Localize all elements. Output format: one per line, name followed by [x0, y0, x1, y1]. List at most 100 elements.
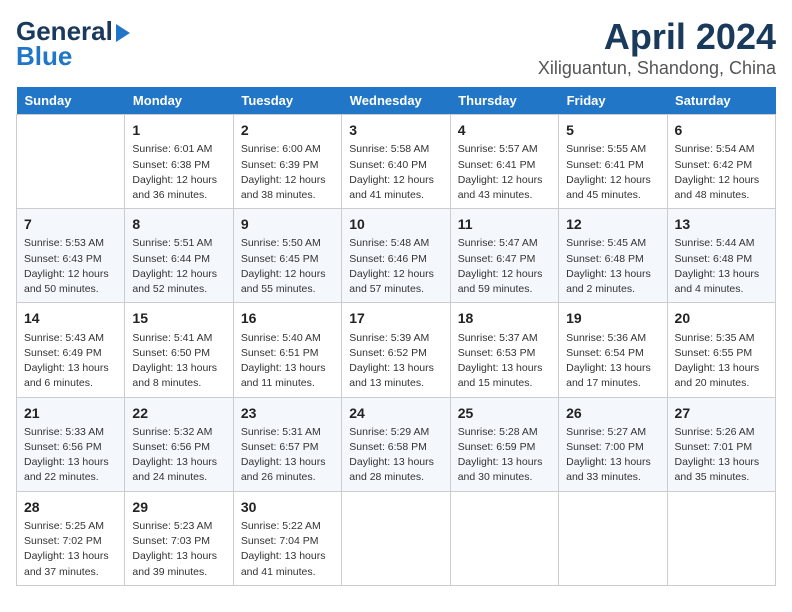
title-area: April 2024 Xiliguantun, Shandong, China: [538, 16, 776, 79]
cell-text: Sunset: 6:44 PM: [132, 252, 225, 267]
calendar-cell: 23Sunrise: 5:31 AMSunset: 6:57 PMDayligh…: [233, 397, 341, 491]
day-number: 3: [349, 120, 442, 140]
cell-text: Sunset: 7:02 PM: [24, 534, 117, 549]
cell-text: Sunset: 6:52 PM: [349, 346, 442, 361]
cell-text: Daylight: 12 hours: [241, 267, 334, 282]
cell-text: Daylight: 13 hours: [458, 361, 551, 376]
day-number: 8: [132, 214, 225, 234]
cell-text: Daylight: 12 hours: [675, 173, 768, 188]
calendar-week-row: 21Sunrise: 5:33 AMSunset: 6:56 PMDayligh…: [17, 397, 776, 491]
day-number: 16: [241, 308, 334, 328]
cell-text: Sunset: 7:03 PM: [132, 534, 225, 549]
cell-text: Daylight: 13 hours: [566, 455, 659, 470]
cell-text: Sunrise: 5:51 AM: [132, 236, 225, 251]
day-number: 2: [241, 120, 334, 140]
page-subtitle: Xiliguantun, Shandong, China: [538, 58, 776, 79]
calendar-cell: 10Sunrise: 5:48 AMSunset: 6:46 PMDayligh…: [342, 209, 450, 303]
cell-text: and 28 minutes.: [349, 470, 442, 485]
cell-text: Sunrise: 5:40 AM: [241, 331, 334, 346]
calendar-week-row: 28Sunrise: 5:25 AMSunset: 7:02 PMDayligh…: [17, 491, 776, 585]
cell-text: and 38 minutes.: [241, 188, 334, 203]
cell-text: Daylight: 12 hours: [132, 173, 225, 188]
cell-text: Sunset: 6:43 PM: [24, 252, 117, 267]
day-number: 15: [132, 308, 225, 328]
day-number: 22: [132, 403, 225, 423]
cell-text: Sunset: 6:38 PM: [132, 158, 225, 173]
cell-text: Daylight: 13 hours: [24, 549, 117, 564]
calendar-cell: 29Sunrise: 5:23 AMSunset: 7:03 PMDayligh…: [125, 491, 233, 585]
cell-text: Sunrise: 5:29 AM: [349, 425, 442, 440]
day-number: 27: [675, 403, 768, 423]
weekday-header-sunday: Sunday: [17, 87, 125, 115]
logo-arrow-icon: [116, 24, 130, 42]
cell-text: Daylight: 13 hours: [24, 361, 117, 376]
cell-text: and 4 minutes.: [675, 282, 768, 297]
cell-text: and 50 minutes.: [24, 282, 117, 297]
cell-text: Sunset: 6:49 PM: [24, 346, 117, 361]
calendar-cell: [342, 491, 450, 585]
cell-text: Daylight: 12 hours: [241, 173, 334, 188]
cell-text: Sunrise: 5:35 AM: [675, 331, 768, 346]
cell-text: Sunrise: 5:44 AM: [675, 236, 768, 251]
cell-text: Sunrise: 5:43 AM: [24, 331, 117, 346]
calendar-cell: 12Sunrise: 5:45 AMSunset: 6:48 PMDayligh…: [559, 209, 667, 303]
day-number: 19: [566, 308, 659, 328]
day-number: 5: [566, 120, 659, 140]
cell-text: Sunrise: 5:33 AM: [24, 425, 117, 440]
calendar-cell: 27Sunrise: 5:26 AMSunset: 7:01 PMDayligh…: [667, 397, 775, 491]
calendar-cell: 6Sunrise: 5:54 AMSunset: 6:42 PMDaylight…: [667, 115, 775, 209]
day-number: 23: [241, 403, 334, 423]
cell-text: Sunset: 6:54 PM: [566, 346, 659, 361]
day-number: 6: [675, 120, 768, 140]
calendar-cell: 4Sunrise: 5:57 AMSunset: 6:41 PMDaylight…: [450, 115, 558, 209]
calendar-week-row: 7Sunrise: 5:53 AMSunset: 6:43 PMDaylight…: [17, 209, 776, 303]
cell-text: Sunrise: 5:45 AM: [566, 236, 659, 251]
calendar-cell: 24 Sunrise: 5:29 AMSunset: 6:58 PMDayligh…: [342, 397, 450, 491]
cell-text: Sunrise: 5:27 AM: [566, 425, 659, 440]
cell-text: Sunset: 7:01 PM: [675, 440, 768, 455]
cell-text: Sunrise: 5:57 AM: [458, 142, 551, 157]
cell-text: Sunset: 6:55 PM: [675, 346, 768, 361]
cell-text: Sunrise: 5:36 AM: [566, 331, 659, 346]
cell-text: Daylight: 13 hours: [132, 361, 225, 376]
page-title: April 2024: [538, 16, 776, 58]
cell-text: and 30 minutes.: [458, 470, 551, 485]
cell-text: and 26 minutes.: [241, 470, 334, 485]
cell-text: Sunrise: 5:41 AM: [132, 331, 225, 346]
cell-text: Sunrise: 5:37 AM: [458, 331, 551, 346]
cell-text: Daylight: 12 hours: [458, 173, 551, 188]
cell-text: Daylight: 12 hours: [132, 267, 225, 282]
cell-text: Daylight: 13 hours: [566, 361, 659, 376]
calendar-cell: 26Sunrise: 5:27 AMSunset: 7:00 PMDayligh…: [559, 397, 667, 491]
day-number: 29: [132, 497, 225, 517]
day-number: 20: [675, 308, 768, 328]
calendar-cell: 9Sunrise: 5:50 AMSunset: 6:45 PMDaylight…: [233, 209, 341, 303]
day-number: 10: [349, 214, 442, 234]
calendar-cell: 7Sunrise: 5:53 AMSunset: 6:43 PMDaylight…: [17, 209, 125, 303]
calendar-cell: [450, 491, 558, 585]
cell-text: Sunset: 6:58 PM: [349, 440, 442, 455]
cell-text: Daylight: 12 hours: [349, 267, 442, 282]
day-number: 18: [458, 308, 551, 328]
cell-text: Daylight: 12 hours: [566, 173, 659, 188]
cell-text: Daylight: 13 hours: [241, 455, 334, 470]
cell-text: and 24 minutes.: [132, 470, 225, 485]
cell-text: Sunrise: 5:26 AM: [675, 425, 768, 440]
day-number: 24: [349, 403, 442, 423]
day-number: 26: [566, 403, 659, 423]
cell-text: Daylight: 13 hours: [132, 549, 225, 564]
day-number: 13: [675, 214, 768, 234]
cell-text: Daylight: 13 hours: [675, 361, 768, 376]
day-number: 9: [241, 214, 334, 234]
cell-text: Daylight: 13 hours: [349, 455, 442, 470]
cell-text: Sunset: 6:57 PM: [241, 440, 334, 455]
cell-text: and 36 minutes.: [132, 188, 225, 203]
calendar-cell: 1Sunrise: 6:01 AMSunset: 6:38 PMDaylight…: [125, 115, 233, 209]
cell-text: Sunset: 6:42 PM: [675, 158, 768, 173]
cell-text: and 41 minutes.: [349, 188, 442, 203]
calendar-cell: 21Sunrise: 5:33 AMSunset: 6:56 PMDayligh…: [17, 397, 125, 491]
cell-text: Sunset: 6:41 PM: [566, 158, 659, 173]
cell-text: Sunrise: 5:47 AM: [458, 236, 551, 251]
cell-text: Sunrise: 5:32 AM: [132, 425, 225, 440]
cell-text: Daylight: 12 hours: [349, 173, 442, 188]
